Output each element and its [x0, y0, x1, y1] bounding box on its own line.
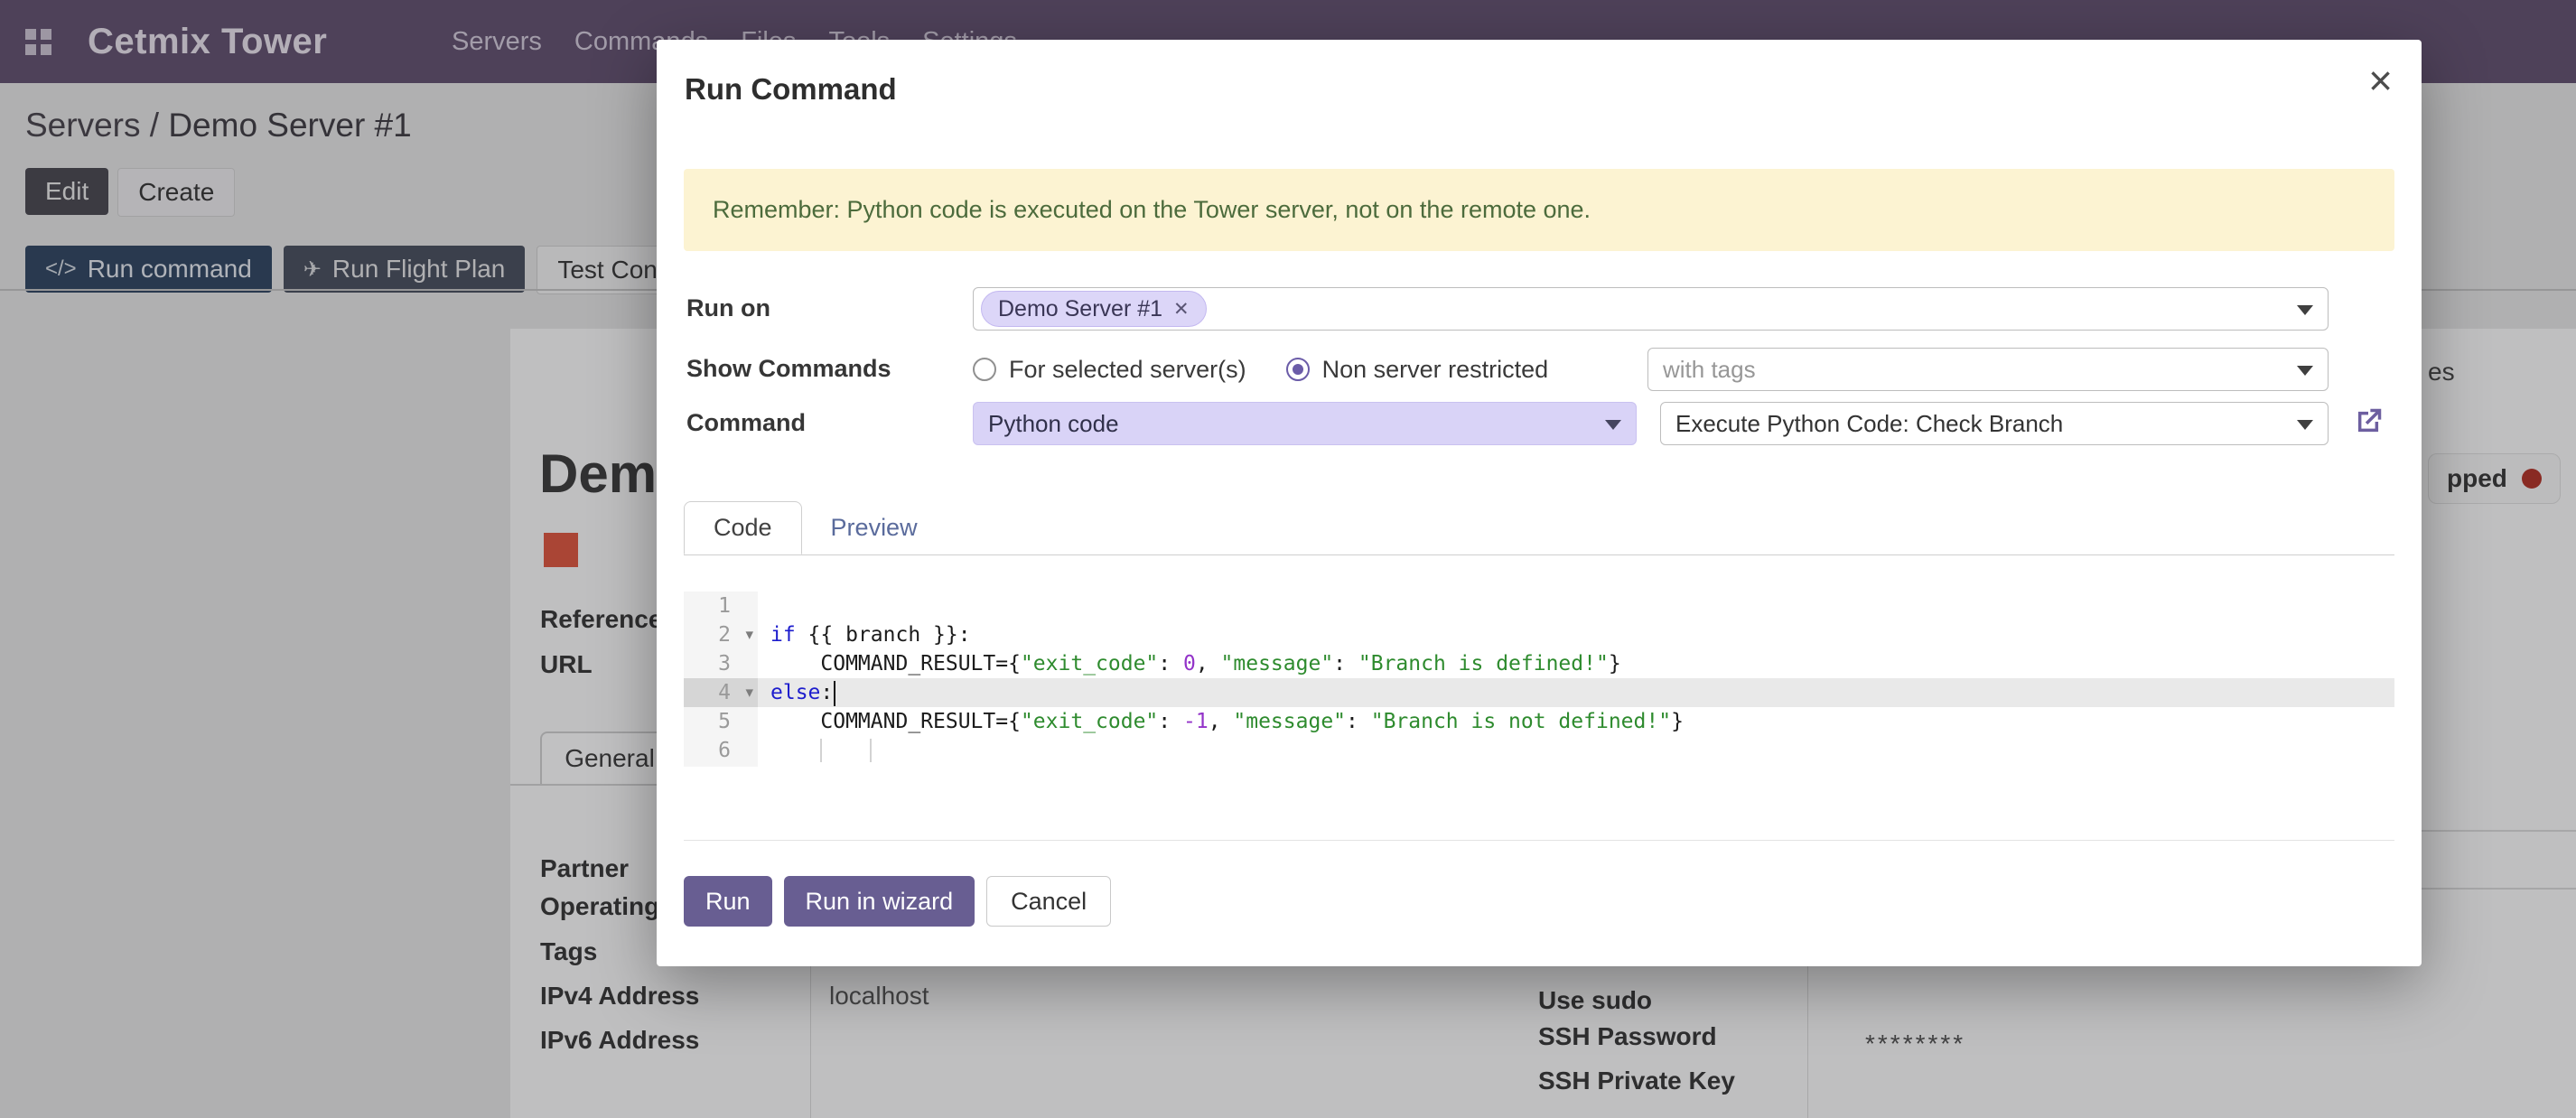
external-link-icon[interactable]	[2351, 405, 2385, 439]
screen: Cetmix Tower ServersCommandsFilesToolsSe…	[0, 0, 2576, 1118]
close-icon[interactable]: ×	[2368, 60, 2393, 101]
run-command-dialog: Run Command × Remember: Python code is e…	[657, 40, 2422, 966]
gutter-cell: 6	[684, 736, 758, 765]
code-line[interactable]: if {{ branch }}:	[758, 620, 2394, 649]
code-line[interactable]	[758, 736, 2394, 765]
python-warning-alert: Remember: Python code is executed on the…	[684, 169, 2394, 251]
run-on-select[interactable]: Demo Server #1 ✕	[973, 287, 2329, 331]
radio-for-selected-servers-label: For selected server(s)	[1009, 356, 1246, 384]
command-type-select[interactable]: Python code	[973, 402, 1637, 445]
tab-code[interactable]: Code	[684, 501, 802, 554]
radio-for-selected-servers[interactable]	[973, 358, 996, 381]
dialog-footer: Run Run in wizard Cancel	[684, 840, 2394, 841]
editor-lines: if {{ branch }}: COMMAND_RESULT={"exit_c…	[758, 592, 2394, 765]
dialog-title: Run Command	[685, 72, 897, 107]
command-label: Command	[686, 409, 806, 437]
server-tag-chip: Demo Server #1 ✕	[981, 291, 1207, 327]
code-editor[interactable]: 12▾34▾56 if {{ branch }}: COMMAND_RESULT…	[684, 592, 2394, 767]
chevron-down-icon	[1605, 420, 1621, 430]
code-line[interactable]: else:	[758, 678, 2394, 707]
gutter-cell: 4▾	[684, 678, 758, 707]
command-select[interactable]: Execute Python Code: Check Branch	[1660, 402, 2329, 445]
run-in-wizard-button[interactable]: Run in wizard	[784, 876, 975, 927]
show-commands-radio-group: For selected server(s) Non server restri…	[973, 348, 1588, 391]
chevron-down-icon	[2297, 366, 2313, 376]
radio-non-server-restricted-label: Non server restricted	[1322, 356, 1549, 384]
fold-icon[interactable]: ▾	[745, 678, 753, 707]
alert-text: Remember: Python code is executed on the…	[713, 196, 1591, 224]
tags-filter-select[interactable]: with tags	[1647, 348, 2329, 391]
fold-icon[interactable]: ▾	[745, 620, 753, 649]
gutter-cell: 5	[684, 707, 758, 736]
cancel-button[interactable]: Cancel	[986, 876, 1111, 927]
remove-tag-icon[interactable]: ✕	[1173, 298, 1190, 321]
editor-tabs: Code Preview	[684, 501, 2394, 555]
gutter-cell: 1	[684, 592, 758, 620]
tab-preview[interactable]: Preview	[802, 501, 947, 554]
run-on-label: Run on	[686, 294, 770, 322]
gutter-cell: 3	[684, 649, 758, 678]
text-cursor	[834, 681, 835, 706]
editor-gutter: 12▾34▾56	[684, 592, 758, 767]
run-button[interactable]: Run	[684, 876, 772, 927]
chevron-down-icon	[2297, 420, 2313, 430]
indent-guide	[870, 739, 872, 762]
chevron-down-icon	[2297, 305, 2313, 315]
code-line[interactable]: COMMAND_RESULT={"exit_code": -1, "messag…	[758, 707, 2394, 736]
code-line[interactable]	[758, 592, 2394, 620]
gutter-cell: 2▾	[684, 620, 758, 649]
code-line[interactable]: COMMAND_RESULT={"exit_code": 0, "message…	[758, 649, 2394, 678]
radio-non-server-restricted[interactable]	[1286, 358, 1310, 381]
indent-guide	[820, 739, 822, 762]
show-commands-label: Show Commands	[686, 355, 891, 383]
